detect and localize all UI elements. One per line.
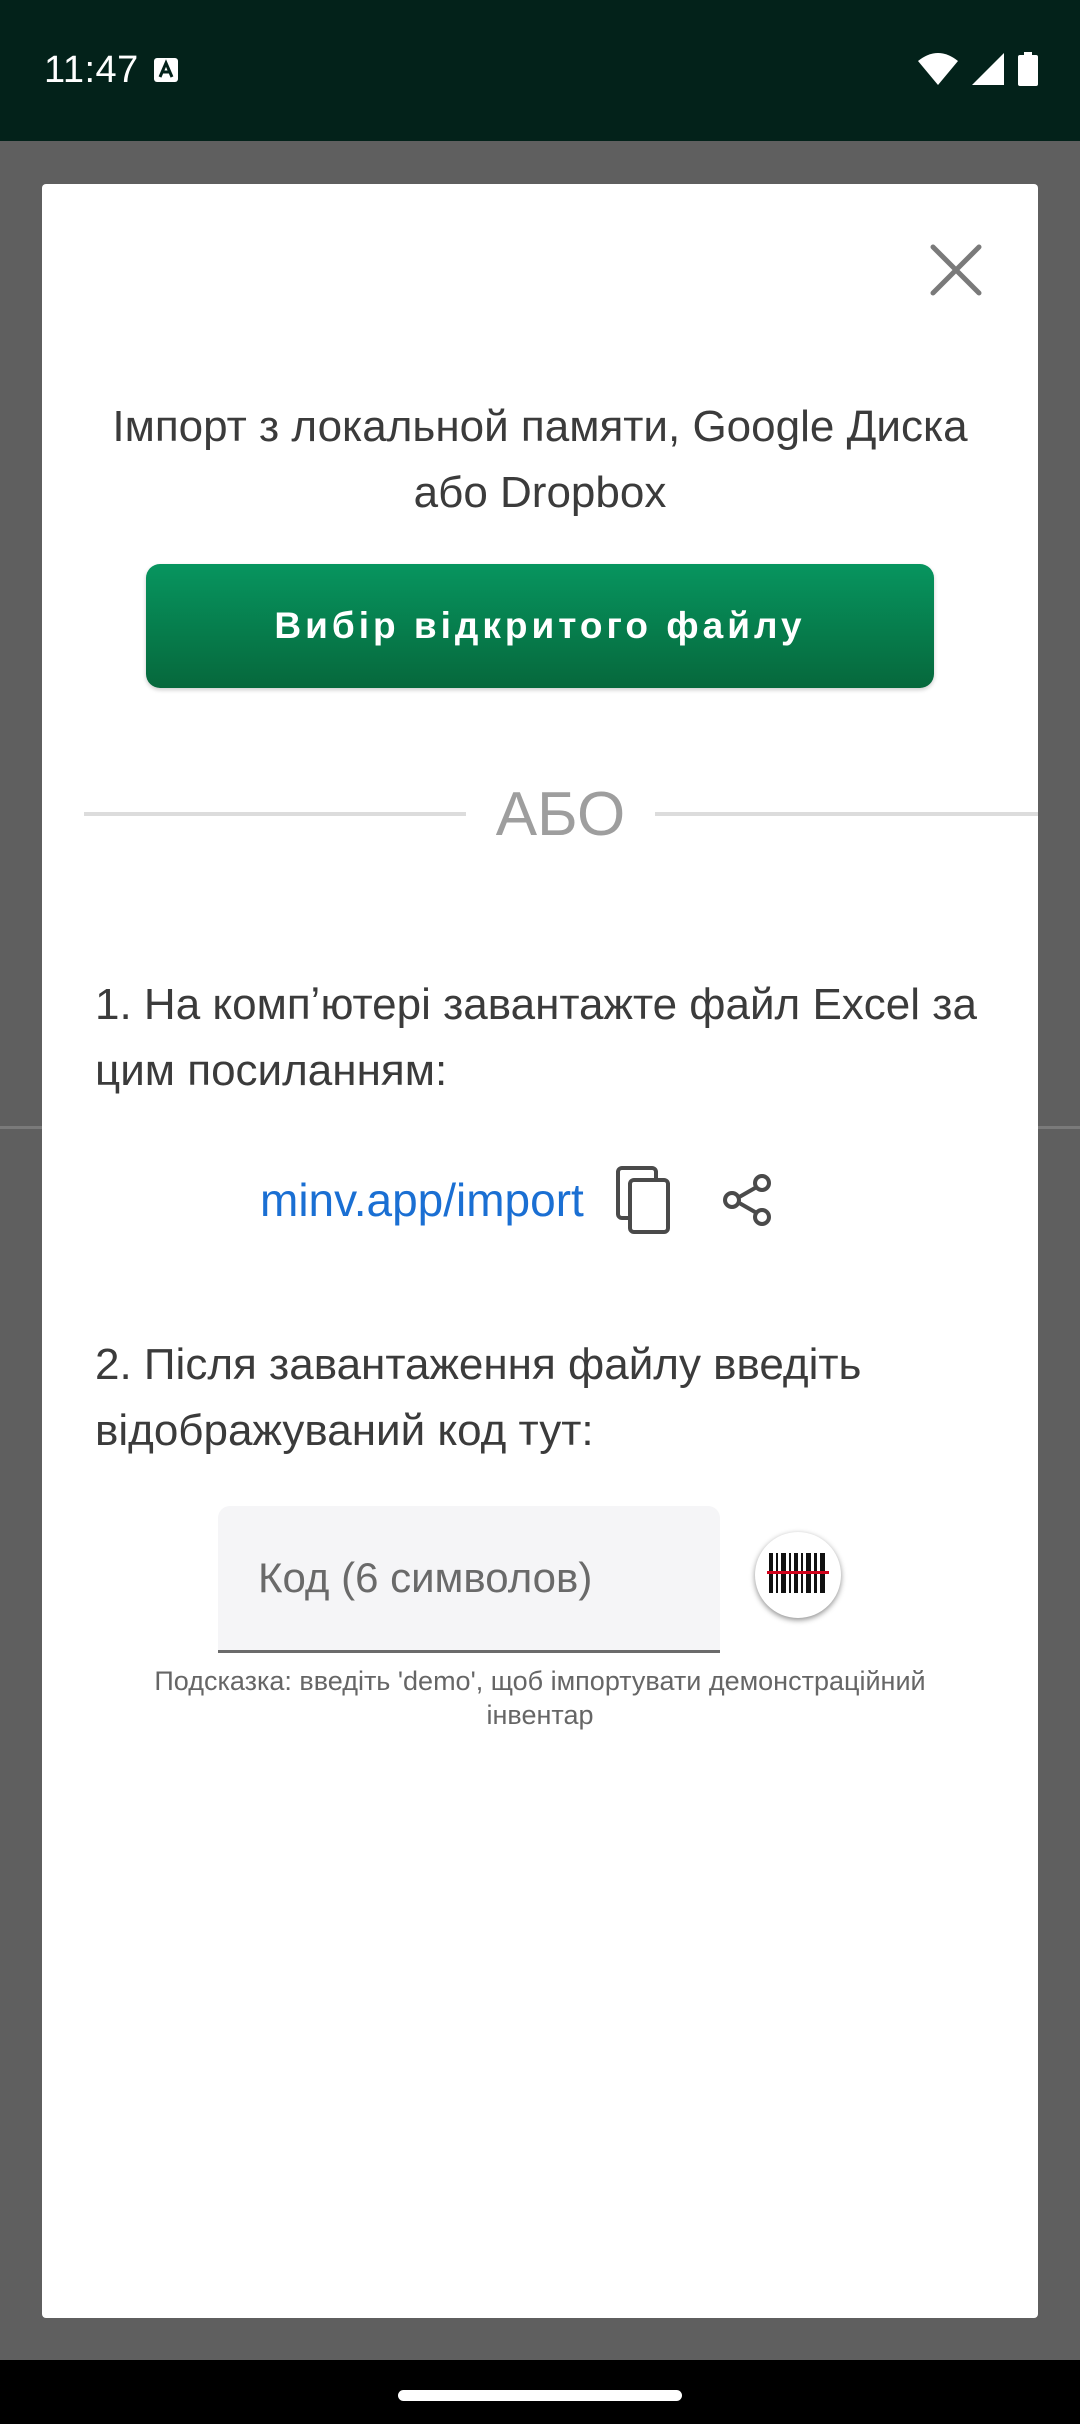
status-time: 11:47 [44, 49, 139, 91]
status-icons [918, 52, 1038, 91]
close-button[interactable] [916, 232, 996, 312]
import-link-row: minv.app/import [260, 1158, 780, 1242]
import-link[interactable]: minv.app/import [260, 1173, 584, 1227]
text-a-icon [154, 58, 178, 87]
copy-icon[interactable] [612, 1164, 676, 1236]
signal-icon [972, 53, 1004, 90]
step2-text: 2. Після завантаження файлу введіть відо… [95, 1340, 862, 1455]
battery-icon [1018, 52, 1038, 91]
choose-file-button[interactable]: Вибір відкритого файлу [146, 564, 934, 688]
close-icon [930, 244, 982, 301]
or-divider-left [84, 812, 466, 816]
status-bar: 11:47 [0, 0, 1080, 141]
navigation-bar [0, 2360, 1080, 2424]
barcode-scan-icon [767, 1549, 829, 1602]
or-divider-right [655, 812, 1038, 816]
code-field[interactable] [218, 1506, 720, 1653]
share-icon[interactable] [716, 1168, 780, 1232]
dialog-title: Імпорт з локальной памяти, Google Диска … [112, 402, 968, 517]
import-dialog: Імпорт з локальной памяти, Google Диска … [42, 184, 1038, 2318]
hint-text: Подсказка: введіть 'demo', щоб імпортува… [154, 1666, 926, 1730]
step1-text: 1. На компʼютері завантажте файл Excel з… [95, 980, 977, 1095]
code-input[interactable] [218, 1506, 720, 1650]
wifi-icon [918, 53, 958, 90]
home-handle[interactable] [398, 2390, 682, 2401]
barcode-scan-button[interactable] [755, 1532, 841, 1618]
or-label: АБО [495, 780, 626, 849]
